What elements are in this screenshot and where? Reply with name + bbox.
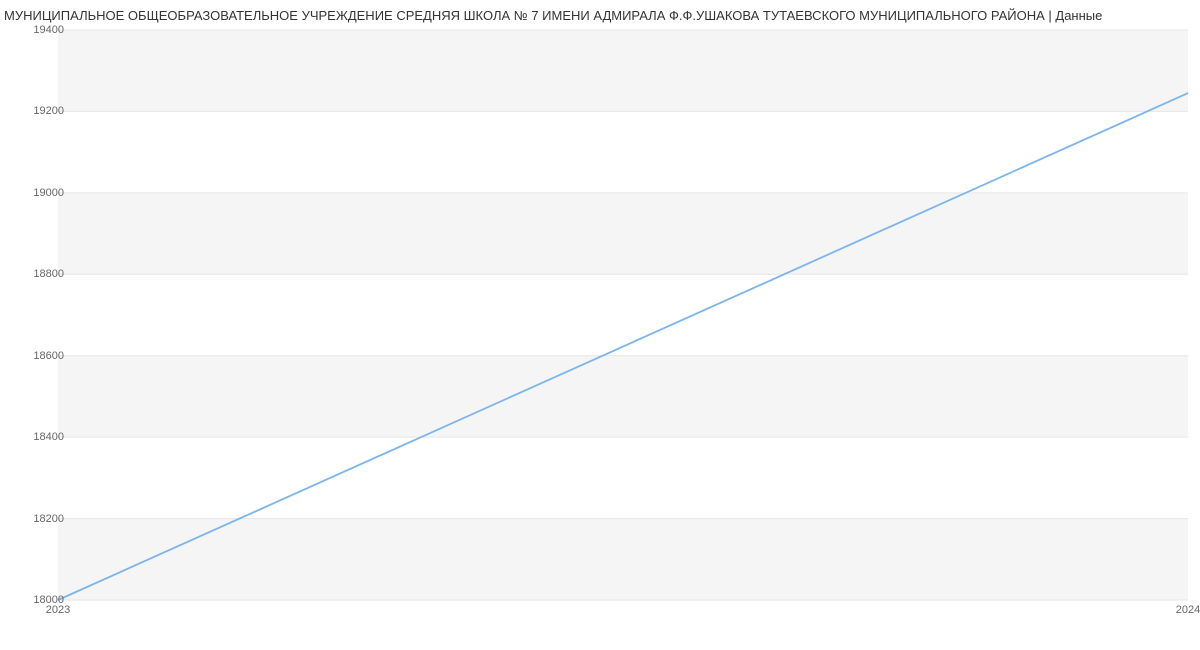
y-tick-label: 19000 (14, 187, 64, 199)
grid-bands (58, 30, 1188, 600)
y-tick-label: 18600 (14, 350, 64, 362)
y-tick-label: 19200 (14, 105, 64, 117)
y-tick-label: 18800 (14, 268, 64, 280)
x-tick-label: 2024 (1176, 604, 1200, 616)
plot-area (58, 30, 1188, 600)
chart-container: МУНИЦИПАЛЬНОЕ ОБЩЕОБРАЗОВАТЕЛЬНОЕ УЧРЕЖД… (0, 0, 1200, 650)
y-tick-label: 18200 (14, 513, 64, 525)
grid-lines (58, 30, 1188, 600)
chart-title: МУНИЦИПАЛЬНОЕ ОБЩЕОБРАЗОВАТЕЛЬНОЕ УЧРЕЖД… (0, 0, 1200, 23)
y-tick-label: 18400 (14, 431, 64, 443)
y-tick-label: 19400 (14, 24, 64, 36)
chart-svg (58, 30, 1188, 600)
x-tick-label: 2023 (46, 604, 70, 616)
